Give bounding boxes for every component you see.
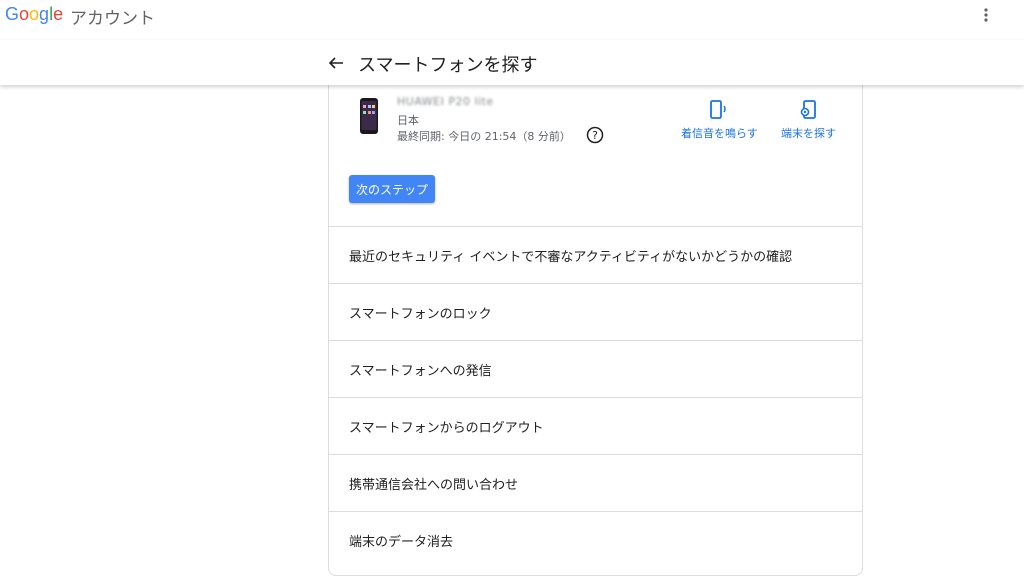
phone-ring-icon bbox=[710, 100, 727, 119]
device-country: 日本 bbox=[397, 114, 419, 127]
list-item-contact-carrier[interactable]: 携帯通信会社への問い合わせ bbox=[329, 454, 862, 511]
list-item-lock-phone[interactable]: スマートフォンのロック bbox=[329, 283, 862, 340]
list-item-call-phone[interactable]: スマートフォンへの発信 bbox=[329, 340, 862, 397]
google-logo[interactable]: Google bbox=[5, 4, 63, 25]
page-header: スマートフォンを探す bbox=[0, 40, 1024, 85]
find-phone-card: HUAWEI P20 lite 日本 最終同期: 今日の 21:54（8 分前）… bbox=[328, 85, 863, 576]
device-name: HUAWEI P20 lite bbox=[397, 95, 494, 108]
help-icon[interactable]: ? bbox=[586, 126, 604, 144]
top-bar: Google アカウント bbox=[0, 0, 1024, 30]
app-title: アカウント bbox=[70, 9, 155, 29]
find-device-label: 端末を探す bbox=[781, 127, 836, 140]
list-item-erase-device[interactable]: 端末のデータ消去 bbox=[329, 511, 862, 568]
back-arrow-icon bbox=[328, 57, 343, 69]
list-item-security-events[interactable]: 最近のセキュリティ イベントで不審なアクティビティがないかどうかの確認 bbox=[329, 226, 862, 283]
find-device-button[interactable]: 端末を探す bbox=[781, 100, 836, 141]
list-item-sign-out[interactable]: スマートフォンからのログアウト bbox=[329, 397, 862, 454]
step-list: 最近のセキュリティ イベントで不審なアクティビティがないかどうかの確認 スマート… bbox=[329, 226, 862, 568]
ring-phone-button[interactable]: 着信音を鳴らす bbox=[681, 100, 758, 141]
phone-image-icon bbox=[360, 98, 378, 134]
device-last-sync: 最終同期: 今日の 21:54（8 分前） bbox=[397, 130, 571, 143]
ring-phone-label: 着信音を鳴らす bbox=[681, 127, 758, 140]
more-options-button[interactable] bbox=[976, 4, 996, 26]
svg-text:?: ? bbox=[592, 129, 598, 142]
page-title: スマートフォンを探す bbox=[358, 55, 538, 76]
next-step-button[interactable]: 次のステップ bbox=[349, 175, 435, 203]
more-vert-icon bbox=[984, 8, 988, 22]
back-button[interactable] bbox=[326, 53, 346, 73]
phone-locate-icon bbox=[800, 100, 816, 119]
